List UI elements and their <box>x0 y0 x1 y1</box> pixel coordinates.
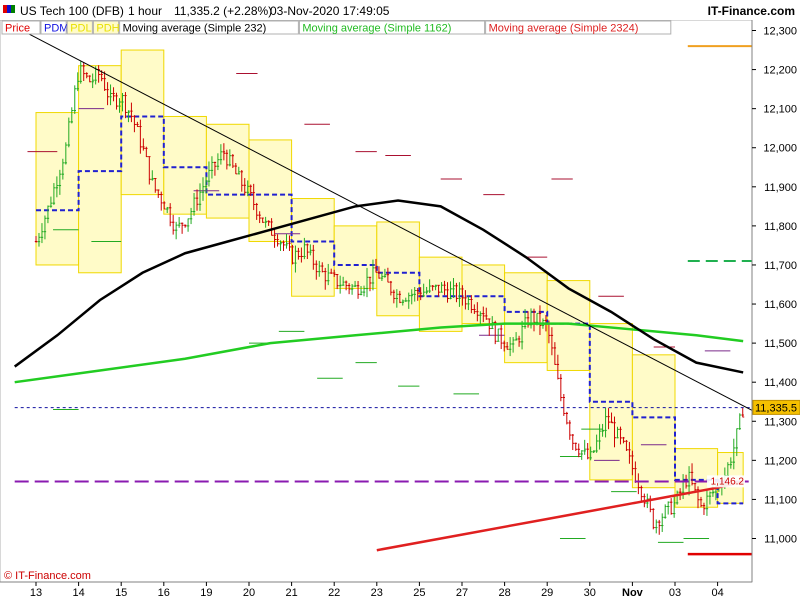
time-tick-label: 16 <box>158 587 170 599</box>
daily-range-box <box>120 49 165 196</box>
timeframe-label: 1 hour <box>128 4 162 18</box>
legend-label: Moving average (Simple 1162) <box>302 23 451 35</box>
price-tick-label: 11,600 <box>764 299 797 311</box>
time-tick-label: 20 <box>243 587 255 599</box>
legend-label: PDH <box>96 23 119 35</box>
header-bar: US Tech 100 (DFB) 1 hour 11,335.2 (+2.28… <box>0 0 800 20</box>
daily-range-box <box>376 221 420 317</box>
price-tick-label: 11,000 <box>764 534 797 546</box>
price-tick-label: 11,400 <box>764 377 797 389</box>
price-tick-label: 12,000 <box>763 143 797 155</box>
daily-range-box <box>418 256 463 332</box>
time-tick-label: Nov <box>622 587 644 599</box>
time-tick-label: 25 <box>413 587 425 599</box>
ma-value-label: 1,146.2 <box>711 476 745 487</box>
time-tick-label: 04 <box>711 587 723 599</box>
price-chart: 11,000 11,100 11,200 11,300 11,400 11,500 11,6… <box>0 0 800 600</box>
time-tick-label: 23 <box>371 587 383 599</box>
time-tick-label: 14 <box>72 587 84 599</box>
price-tick-label: 11,200 <box>764 455 797 467</box>
time-tick-label: 28 <box>498 587 510 599</box>
time-tick-label: 03 <box>669 587 681 599</box>
daily-range-box <box>205 123 250 219</box>
time-tick-label: 21 <box>285 587 297 599</box>
footer: © IT-Finance.com <box>4 570 91 582</box>
time-tick-label: 29 <box>541 587 553 599</box>
time-tick-label: 22 <box>328 587 340 599</box>
legend: Price PDM PDL PDH Moving average (Simple 232… <box>1 20 672 35</box>
time-tick-label: 13 <box>30 587 42 599</box>
header-flag-icon <box>3 5 15 13</box>
price-tick-label: 12,100 <box>763 104 797 116</box>
quote-value: 11,335.2 (+2.28%) <box>174 4 272 18</box>
time-tick-label: 19 <box>200 587 212 599</box>
legend-label: Price <box>5 23 30 35</box>
legend-label: PDM <box>44 23 68 35</box>
time-tick-label: 30 <box>584 587 596 599</box>
price-tick-label: 11,100 <box>764 494 797 506</box>
quote-datetime: 03-Nov-2020 17:49:05 <box>270 4 390 18</box>
legend-label: PDL <box>70 23 91 35</box>
legend-label: Moving average (Simple 2324) <box>489 23 639 35</box>
price-tick-label: 12,200 <box>763 65 797 77</box>
price-tick-label: 11,300 <box>764 416 797 428</box>
price-tick-label: 11,500 <box>764 338 797 350</box>
instrument-name: US Tech 100 (DFB) <box>20 4 124 18</box>
price-tick-label: 11,700 <box>764 260 797 272</box>
brand-label: IT-Finance.com <box>708 4 795 18</box>
price-tick-label: 11,800 <box>764 221 797 233</box>
price-tick-label: 12,300 <box>763 26 797 38</box>
price-tick-label: 11,900 <box>764 182 797 194</box>
time-tick-label: 15 <box>115 587 127 599</box>
last-price-label: 11,335.5 <box>755 402 797 414</box>
copyright-label: © IT-Finance.com <box>4 570 91 582</box>
daily-range-box <box>631 354 676 489</box>
legend-label: Moving average (Simple 232) <box>123 23 267 35</box>
time-tick-label: 27 <box>456 587 468 599</box>
